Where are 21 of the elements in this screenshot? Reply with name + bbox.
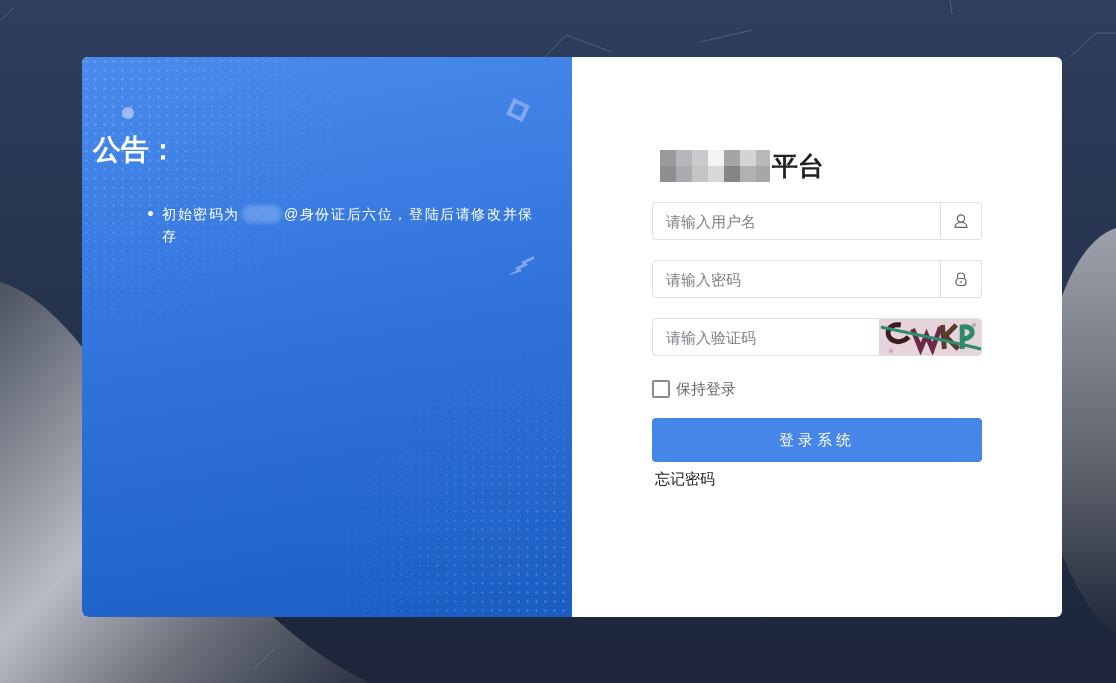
bullet-icon bbox=[148, 211, 153, 216]
username-field[interactable]: 请输入用户名 bbox=[652, 202, 941, 240]
constellation-line bbox=[254, 647, 276, 669]
diamond-icon bbox=[505, 97, 531, 123]
constellation-line bbox=[699, 29, 753, 43]
platform-title: 平台 bbox=[772, 150, 824, 182]
dot-icon bbox=[122, 107, 134, 119]
mosaic-icon bbox=[660, 150, 770, 182]
constellation-line bbox=[544, 34, 613, 58]
notice-title: 公告： bbox=[93, 133, 177, 167]
login-button[interactable]: 登录系统 bbox=[652, 418, 982, 462]
zigzag-icon bbox=[509, 255, 535, 275]
remember-checkbox[interactable] bbox=[652, 380, 670, 398]
remember-label: 保持登录 bbox=[676, 380, 736, 398]
notice-text: 初始密码为 @身份证后六位，登陆后请修改并保存 bbox=[162, 204, 535, 246]
lock-icon bbox=[955, 272, 967, 286]
constellation-line bbox=[1069, 32, 1116, 58]
password-field[interactable]: 请输入密码 bbox=[652, 260, 941, 298]
constellation-line bbox=[0, 7, 15, 21]
user-icon bbox=[954, 214, 968, 228]
forgot-password-link[interactable]: 忘记密码 bbox=[655, 470, 715, 488]
